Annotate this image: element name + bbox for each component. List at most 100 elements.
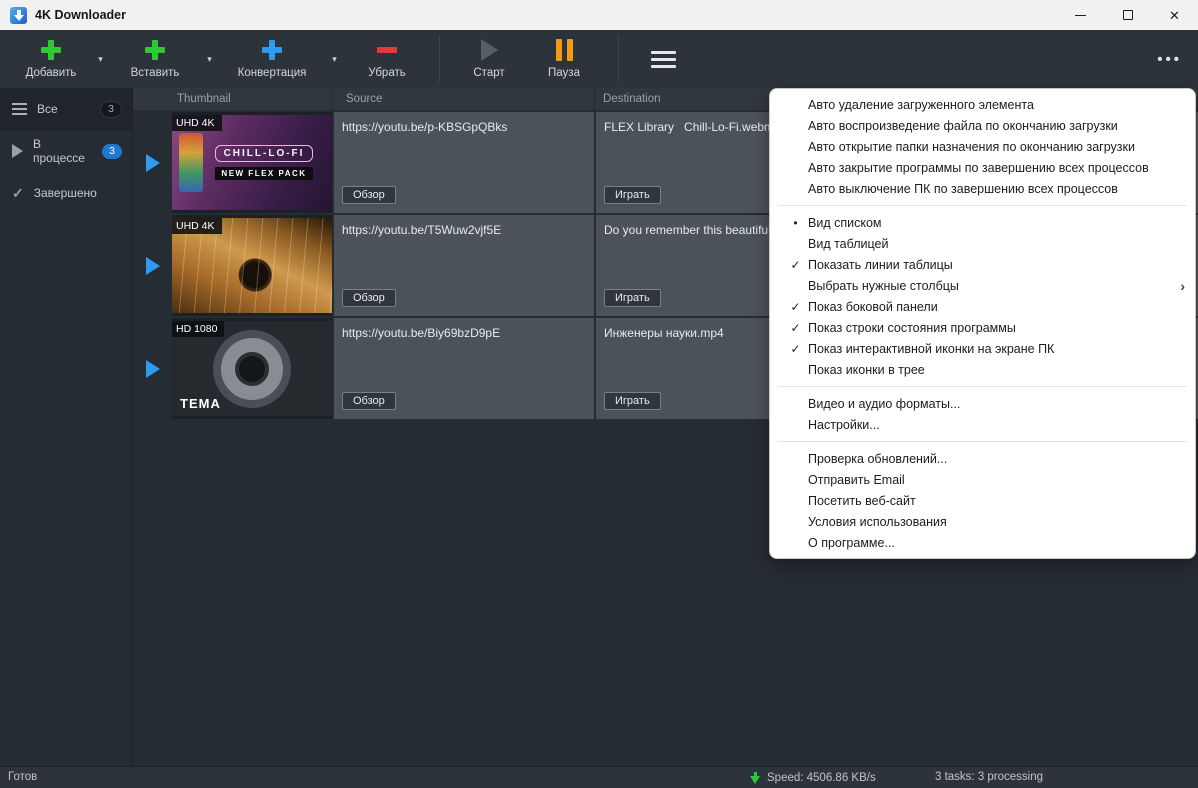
ellipsis-icon: •••: [1157, 50, 1182, 68]
play-file-button[interactable]: Играть: [604, 392, 661, 410]
source-url: https://youtu.be/p-KBSGpQBks: [342, 120, 508, 134]
menu-item-show-sidebar[interactable]: ✓ Показ боковой панели: [770, 296, 1195, 317]
source-cell: https://youtu.be/T5Wuw2vjf5E Обзор: [332, 215, 594, 316]
window-controls: ✕: [1057, 0, 1198, 30]
row-play-button[interactable]: [145, 153, 160, 172]
count-badge: 3: [102, 143, 122, 159]
menu-separator: [778, 205, 1187, 206]
toolbar: Добавить ▾ Вставить ▾ Конвертация ▾ Убра…: [0, 30, 1198, 88]
menu-item-formats[interactable]: Видео и аудио форматы...: [770, 393, 1195, 414]
thumbnail-cell: UHD 4K CHILL-LO-FI NEW FLEX PACK: [172, 112, 332, 213]
check-mark-icon: ✓: [790, 299, 801, 314]
thumbnail-cell: HD 1080 ТЕМА: [172, 318, 332, 419]
dropdown-menu: Авто удаление загруженного элемента Авто…: [769, 88, 1196, 559]
quality-badge: HD 1080: [172, 321, 225, 337]
add-dropdown-button[interactable]: ▾: [86, 30, 115, 88]
close-button[interactable]: ✕: [1151, 0, 1198, 30]
menu-item-about[interactable]: О программе...: [770, 532, 1195, 553]
add-button[interactable]: Добавить: [16, 30, 86, 88]
video-thumbnail[interactable]: UHD 4K: [172, 218, 332, 313]
browse-button[interactable]: Обзор: [342, 392, 396, 410]
table-header-source: Source: [332, 88, 594, 110]
menu-item-list-view[interactable]: • Вид списком: [770, 212, 1195, 233]
start-button[interactable]: Старт: [454, 30, 524, 88]
pause-button-label: Пауза: [548, 67, 580, 79]
browse-button[interactable]: Обзор: [342, 186, 396, 204]
minus-icon: [376, 39, 398, 61]
menu-item-check-updates[interactable]: Проверка обновлений...: [770, 448, 1195, 469]
sidebar-item-label: Завершено: [33, 186, 97, 200]
paste-button[interactable]: Вставить: [115, 30, 195, 88]
add-button-label: Добавить: [25, 67, 77, 79]
pause-button[interactable]: Пауза: [524, 30, 604, 88]
play-icon: [12, 144, 23, 158]
quality-badge: UHD 4K: [172, 218, 222, 234]
check-icon: ✓: [12, 184, 24, 201]
chevron-down-icon: ▾: [98, 53, 103, 64]
titlebar: 4K Downloader ✕: [0, 0, 1198, 30]
plus-icon: [261, 39, 283, 61]
plus-icon: [144, 39, 166, 61]
video-thumbnail[interactable]: HD 1080 ТЕМА: [172, 321, 332, 416]
remove-button[interactable]: Убрать: [349, 30, 425, 88]
menu-item-settings[interactable]: Настройки...: [770, 414, 1195, 435]
row-play-button[interactable]: [145, 359, 160, 378]
sidebar-item-label: Все: [37, 102, 58, 116]
menu-item-send-email[interactable]: Отправить Email: [770, 469, 1195, 490]
overflow-button[interactable]: •••: [1141, 30, 1198, 88]
menu-item-show-table-lines[interactable]: ✓ Показать линии таблицы: [770, 254, 1195, 275]
menu-item-auto-open-folder[interactable]: Авто открытие папки назначения по оконча…: [770, 136, 1195, 157]
row-play-cell: [133, 112, 172, 213]
row-play-button[interactable]: [145, 256, 160, 275]
paste-button-label: Вставить: [130, 67, 180, 79]
bullet-mark-icon: •: [793, 215, 798, 230]
play-file-button[interactable]: Играть: [604, 186, 661, 204]
chevron-down-icon: ▾: [207, 53, 212, 64]
sidebar-item-label: В процессе: [33, 137, 85, 165]
plus-icon: [40, 39, 62, 61]
statusbar: Готов Speed: 4506.86 KB/s 3 tasks: 3 pro…: [0, 766, 1198, 788]
minimize-button[interactable]: [1057, 0, 1104, 30]
video-thumbnail[interactable]: UHD 4K CHILL-LO-FI NEW FLEX PACK: [172, 115, 332, 210]
menu-item-auto-play[interactable]: Авто воспроизведение файла по окончанию …: [770, 115, 1195, 136]
source-cell: https://youtu.be/p-KBSGpQBks Обзор: [332, 112, 594, 213]
menu-item-show-desktop-icon[interactable]: ✓ Показ интерактивной иконки на экране П…: [770, 338, 1195, 359]
menu-item-show-statusbar[interactable]: ✓ Показ строки состояния программы: [770, 317, 1195, 338]
play-file-button[interactable]: Играть: [604, 289, 661, 307]
app-icon: [10, 6, 27, 24]
browse-button[interactable]: Обзор: [342, 289, 396, 307]
menu-item-auto-delete[interactable]: Авто удаление загруженного элемента: [770, 94, 1195, 115]
sidebar-item-all[interactable]: Все 3: [0, 88, 132, 130]
quality-badge: UHD 4K: [172, 115, 222, 131]
menu-item-table-view[interactable]: Вид таблицей: [770, 233, 1195, 254]
chevron-down-icon: ▾: [332, 53, 337, 64]
convert-dropdown-button[interactable]: ▾: [320, 30, 349, 88]
check-mark-icon: ✓: [790, 341, 801, 356]
speed-text: Speed: 4506.86 KB/s: [767, 771, 876, 784]
toolbar-separator: [618, 36, 619, 82]
menu-separator: [778, 386, 1187, 387]
toolbar-separator: [439, 36, 440, 82]
menu-item-visit-website[interactable]: Посетить веб-сайт: [770, 490, 1195, 511]
maximize-button[interactable]: [1104, 0, 1151, 30]
check-mark-icon: ✓: [790, 320, 801, 335]
start-button-label: Старт: [473, 67, 505, 79]
paste-dropdown-button[interactable]: ▾: [195, 30, 224, 88]
sidebar-item-in-progress[interactable]: В процессе 3: [0, 130, 132, 172]
table-header-thumbnail: Thumbnail: [177, 93, 231, 105]
thumbnail-title: CHILL-LO-FI: [214, 145, 314, 162]
main-menu-button[interactable]: [633, 30, 693, 88]
status-ready-text: Готов: [8, 771, 38, 783]
menu-item-auto-shutdown[interactable]: Авто выключение ПК по завершению всех пр…: [770, 178, 1195, 199]
sidebar-item-completed[interactable]: ✓ Завершено: [0, 172, 132, 214]
menu-item-choose-columns[interactable]: Выбрать нужные столбцы ›: [770, 275, 1195, 296]
convert-button[interactable]: Конвертация: [224, 30, 320, 88]
menu-item-terms[interactable]: Условия использования: [770, 511, 1195, 532]
thumbnail-graphic: [221, 337, 283, 400]
tasks-status-text: 3 tasks: 3 processing: [935, 771, 1044, 783]
menu-item-show-tray-icon[interactable]: Показ иконки в трее: [770, 359, 1195, 380]
menu-item-auto-close[interactable]: Авто закрытие программы по завершению вс…: [770, 157, 1195, 178]
sidebar: Все 3 В процессе 3 ✓ Завершено: [0, 88, 133, 766]
source-url: https://youtu.be/Biy69bzD9pE: [342, 326, 501, 340]
table-header-play: [133, 88, 172, 110]
